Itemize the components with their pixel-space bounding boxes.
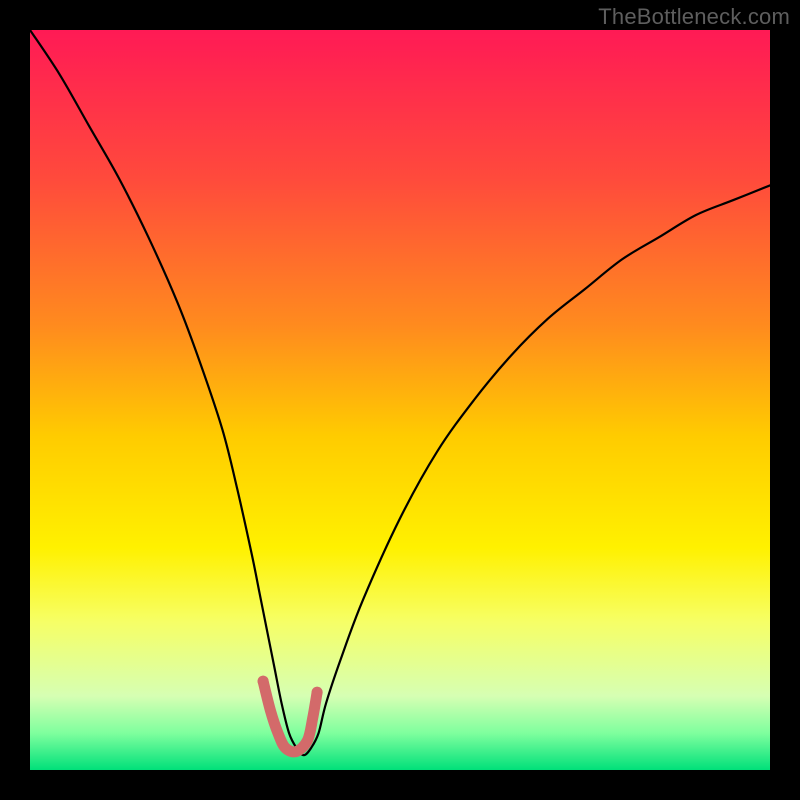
watermark-label: TheBottleneck.com xyxy=(598,4,790,30)
bottleneck-chart xyxy=(30,30,770,770)
chart-background xyxy=(30,30,770,770)
series-optimal-marker-endpoint xyxy=(312,687,323,698)
chart-svg xyxy=(30,30,770,770)
series-optimal-marker-endpoint xyxy=(258,676,269,687)
chart-frame: TheBottleneck.com xyxy=(0,0,800,800)
